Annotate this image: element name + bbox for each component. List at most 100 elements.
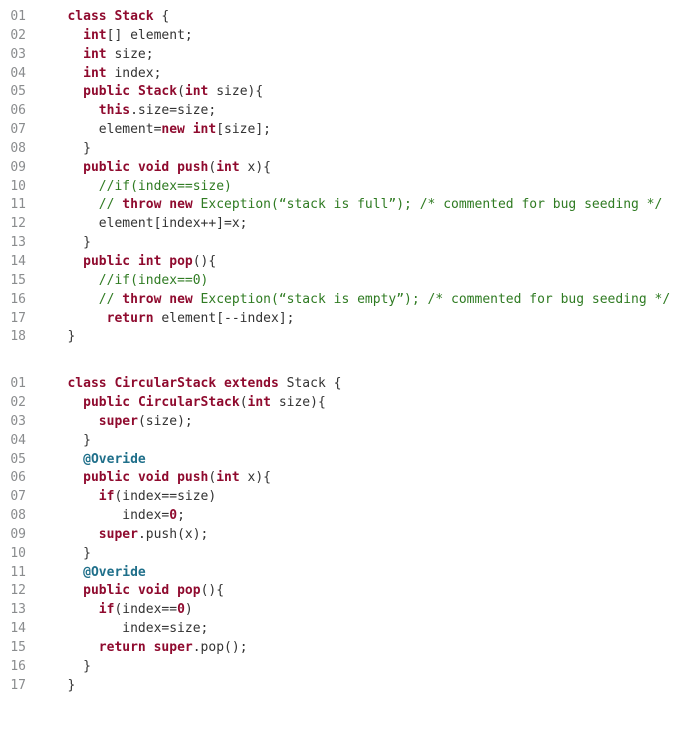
code-content: int index; [44,65,685,84]
token-plain [44,292,99,307]
token-plain [44,66,83,81]
token-plain: (index==size) [114,489,216,504]
line-number: 02 [0,27,44,46]
code-content: //if(index==0) [44,272,685,291]
token-kw: int [193,122,216,137]
token-plain [44,414,99,429]
line-number: 11 [0,564,44,583]
code-content: if(index==size) [44,488,685,507]
code-line: 07 if(index==size) [0,488,685,507]
token-mname: pop [169,254,192,269]
line-number: 15 [0,272,44,291]
code-line: 15 //if(index==0) [0,272,685,291]
code-content: public int pop(){ [44,253,685,272]
token-plain: } [44,659,91,674]
code-line: 15 return super.pop(); [0,639,685,658]
line-number: 04 [0,432,44,451]
line-number: 05 [0,451,44,470]
token-plain [44,452,83,467]
token-plain: size; [107,47,154,62]
token-plain [130,160,138,175]
token-cname: Stack [138,84,177,99]
token-kw: new [161,122,184,137]
code-line: 08 } [0,140,685,159]
token-kw: class [67,376,106,391]
code-line: 16 // throw new Exception(“stack is empt… [0,291,685,310]
token-plain [169,470,177,485]
token-plain: size){ [271,395,326,410]
token-plain [44,273,99,288]
token-plain: element= [44,122,161,137]
code-content: } [44,328,685,347]
code-content: @Overide [44,564,685,583]
token-kw: void [138,470,169,485]
code-line: 05 public Stack(int size){ [0,83,685,102]
code-line: 02 public CircularStack(int size){ [0,394,685,413]
code-content: public Stack(int size){ [44,83,685,102]
token-plain [44,103,99,118]
token-plain [185,122,193,137]
code-content: } [44,432,685,451]
token-kw: public [83,583,130,598]
line-number: 09 [0,526,44,545]
code-content: class CircularStack extends Stack { [44,375,685,394]
token-plain: } [44,141,91,156]
token-plain [44,602,99,617]
code-line: 06 this.size=size; [0,102,685,121]
line-number: 06 [0,469,44,488]
token-plain: ) [185,602,193,617]
token-plain: ; [177,508,185,523]
line-number: 05 [0,83,44,102]
token-kw: int [216,160,239,175]
code-content: @Overide [44,451,685,470]
code-content: index=0; [44,507,685,526]
token-kw: throw new [122,197,192,212]
code-line: 17 return element[--index]; [0,310,685,329]
code-content: element=new int[size]; [44,121,685,140]
code-line: 12 element[index++]=x; [0,215,685,234]
line-number: 16 [0,291,44,310]
token-plain [130,470,138,485]
token-plain: } [44,433,91,448]
token-kw: return [107,311,154,326]
token-plain: (index== [114,602,177,617]
token-kw: int [83,47,106,62]
token-plain [169,583,177,598]
token-kw: int [185,84,208,99]
code-content: // throw new Exception(“stack is empty”)… [44,291,685,310]
code-content: index=size; [44,620,685,639]
code-content: int size; [44,46,685,65]
line-number: 03 [0,413,44,432]
code-content: super.push(x); [44,526,685,545]
code-line: 18 } [0,328,685,347]
code-line: 16 } [0,658,685,677]
token-comment: Exception(“stack is full”); /* commented… [193,197,663,212]
token-plain: index=size; [44,621,208,636]
line-number: 10 [0,545,44,564]
token-plain [169,160,177,175]
code-content: } [44,234,685,253]
token-plain: size){ [208,84,263,99]
token-kw: int [248,395,271,410]
token-plain [44,47,83,62]
token-plain: ( [177,84,185,99]
token-plain [146,640,154,655]
code-content: // throw new Exception(“stack is full”);… [44,196,685,215]
token-comment: Exception(“stack is empty”); /* commente… [193,292,670,307]
token-kw: if [99,489,115,504]
code-content: return element[--index]; [44,310,685,329]
line-number: 14 [0,253,44,272]
token-cname: CircularStack [114,376,216,391]
token-kw: throw new [122,292,192,307]
token-plain: element[index++]=x; [44,216,248,231]
token-kw: public [83,84,130,99]
line-number: 11 [0,196,44,215]
token-plain: x){ [240,470,271,485]
code-line: 04 } [0,432,685,451]
code-content: } [44,677,685,696]
code-line: 13 } [0,234,685,253]
token-kw: void [138,160,169,175]
line-number: 08 [0,140,44,159]
token-plain: (){ [193,254,216,269]
code-content: public void push(int x){ [44,159,685,178]
